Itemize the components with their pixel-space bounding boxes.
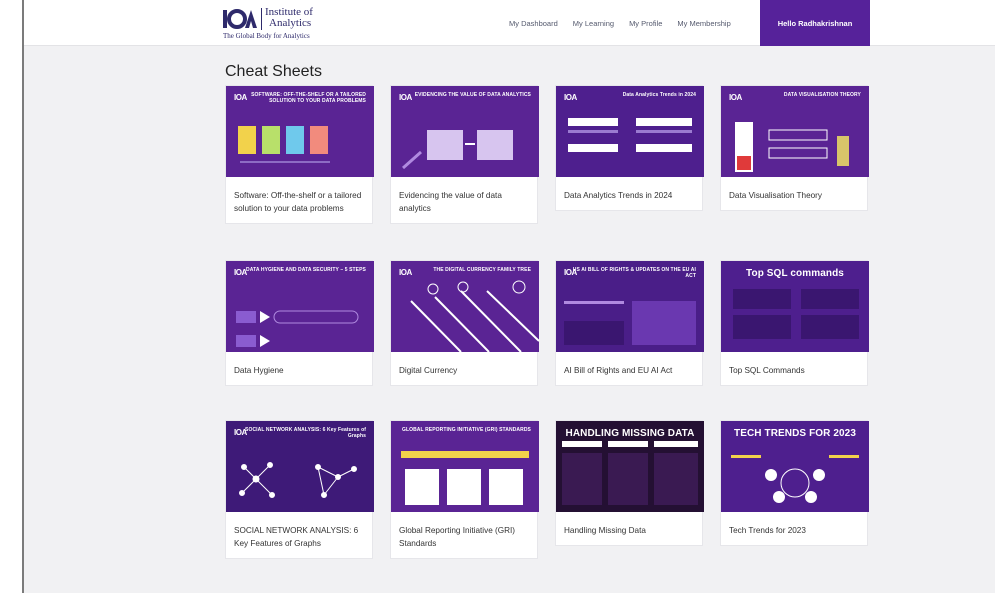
nav-my-profile[interactable]: My Profile — [629, 19, 662, 28]
cheat-sheet-card[interactable]: IOA DATA VISUALISATION THEORY Data Visua… — [720, 85, 869, 211]
cheat-sheet-thumbnail: IOA US AI BILL OF RIGHTS & UPDATES ON TH… — [556, 261, 704, 352]
cheat-sheet-title[interactable]: Data Analytics Trends in 2024 — [556, 177, 702, 210]
page-title: Cheat Sheets — [225, 63, 322, 80]
logo-name: Institute of Analytics — [265, 7, 313, 29]
nav-my-learning[interactable]: My Learning — [573, 19, 614, 28]
cheat-sheet-thumbnail: IOA DATA VISUALISATION THEORY — [721, 86, 869, 177]
cheat-sheet-thumbnail: Top SQL commands — [721, 261, 869, 352]
cheat-sheet-title[interactable]: Tech Trends for 2023 — [721, 512, 867, 545]
top-navigation-bar: Institute of Analytics The Global Body f… — [24, 0, 995, 46]
thumbnail-title: Top SQL commands — [746, 268, 844, 279]
cheat-sheet-card[interactable]: IOA SOFTWARE: OFF-THE-SHELF OR A TAILORE… — [225, 85, 374, 224]
cheat-sheet-title[interactable]: Handling Missing Data — [556, 512, 702, 545]
cheat-sheet-card[interactable]: IOA SOCIAL NETWORK ANALYSIS: 6 Key Featu… — [225, 420, 374, 559]
ioa-logo[interactable]: Institute of Analytics The Global Body f… — [223, 6, 333, 42]
thumbnail-title: EVIDENCING THE VALUE OF DATA ANALYTICS — [414, 92, 531, 98]
cheat-sheet-thumbnail: HANDLING MISSING DATA — [556, 421, 704, 512]
main-nav: My Dashboard My Learning My Profile My M… — [509, 0, 746, 46]
user-menu-button[interactable]: Hello Radhakrishnan — [760, 0, 870, 46]
thumbnail-title: TECH TRENDS FOR 2023 — [733, 428, 857, 439]
thumbnail-graphic — [556, 86, 704, 177]
thumbnail-title: GLOBAL REPORTING INITIATIVE (GRI) STANDA… — [401, 427, 531, 433]
cheat-sheet-card[interactable]: IOA DATA HYGIENE AND DATA SECURITY – 5 S… — [225, 260, 374, 386]
cheat-sheet-thumbnail: IOA SOFTWARE: OFF-THE-SHELF OR A TAILORE… — [226, 86, 374, 177]
thumbnail-title: US AI BILL OF RIGHTS & UPDATES ON THE EU… — [572, 267, 696, 279]
cheat-sheet-thumbnail: IOA Data Analytics Trends in 2024 — [556, 86, 704, 177]
logo-divider — [261, 8, 262, 30]
cheat-sheet-card[interactable]: Top SQL commands Top SQL Commands — [720, 260, 869, 386]
cheat-sheet-title[interactable]: Digital Currency — [391, 352, 537, 385]
cheat-sheet-thumbnail: GLOBAL REPORTING INITIATIVE (GRI) STANDA… — [391, 421, 539, 512]
logo-line-2: Analytics — [269, 17, 312, 29]
cheat-sheet-title[interactable]: Data Visualisation Theory — [721, 177, 867, 210]
thumbnail-title: DATA VISUALISATION THEORY — [783, 92, 861, 98]
cheat-sheet-title[interactable]: Top SQL Commands — [721, 352, 867, 385]
cheat-sheet-card[interactable]: TECH TRENDS FOR 2023 Tech Trends for 202… — [720, 420, 869, 546]
thumbnail-title: SOFTWARE: OFF-THE-SHELF OR A TAILORED SO… — [251, 92, 366, 104]
cheat-sheet-card[interactable]: IOA Data Analytics Trends in 2024 Data A… — [555, 85, 704, 211]
ioa-logo-mark-icon — [223, 9, 257, 29]
cheat-sheet-card[interactable]: IOA US AI BILL OF RIGHTS & UPDATES ON TH… — [555, 260, 704, 386]
cheat-sheet-title[interactable]: Software: Off-the-shelf or a tailored so… — [226, 177, 372, 223]
thumbnail-graphic — [721, 86, 869, 177]
cheat-sheet-title[interactable]: Evidencing the value of data analytics — [391, 177, 537, 223]
nav-my-dashboard[interactable]: My Dashboard — [509, 19, 558, 28]
thumbnail-graphic — [391, 421, 539, 512]
thumbnail-graphic — [391, 261, 539, 352]
cheat-sheet-title[interactable]: SOCIAL NETWORK ANALYSIS: 6 Key Features … — [226, 512, 372, 558]
cheat-sheet-card[interactable]: IOA THE DIGITAL CURRENCY FAMILY TREE Dig… — [390, 260, 539, 386]
cheat-sheet-title[interactable]: Data Hygiene — [226, 352, 372, 385]
cheat-sheet-thumbnail: TECH TRENDS FOR 2023 — [721, 421, 869, 512]
logo-tagline: The Global Body for Analytics — [223, 32, 310, 40]
cheat-sheet-thumbnail: IOA DATA HYGIENE AND DATA SECURITY – 5 S… — [226, 261, 374, 352]
thumbnail-title: SOCIAL NETWORK ANALYSIS: 6 Key Features … — [245, 427, 366, 439]
cheat-sheet-title[interactable]: Global Reporting Initiative (GRI) Standa… — [391, 512, 537, 558]
cheat-sheet-card[interactable]: IOA EVIDENCING THE VALUE OF DATA ANALYTI… — [390, 85, 539, 224]
cheat-sheet-card[interactable]: HANDLING MISSING DATA Handling Missing D… — [555, 420, 704, 546]
cheat-sheet-thumbnail: IOA SOCIAL NETWORK ANALYSIS: 6 Key Featu… — [226, 421, 374, 512]
thumbnail-graphic — [391, 86, 539, 177]
thumbnail-graphic — [226, 261, 374, 352]
cheat-sheet-title[interactable]: AI Bill of Rights and EU AI Act — [556, 352, 702, 385]
app-frame: Institute of Analytics The Global Body f… — [22, 0, 995, 593]
cheat-sheet-thumbnail: IOA EVIDENCING THE VALUE OF DATA ANALYTI… — [391, 86, 539, 177]
thumbnail-title: HANDLING MISSING DATA — [565, 428, 695, 439]
thumbnail-title: Data Analytics Trends in 2024 — [622, 92, 696, 98]
cheat-sheet-card[interactable]: GLOBAL REPORTING INITIATIVE (GRI) STANDA… — [390, 420, 539, 559]
cheat-sheet-thumbnail: IOA THE DIGITAL CURRENCY FAMILY TREE — [391, 261, 539, 352]
thumbnail-title: THE DIGITAL CURRENCY FAMILY TREE — [433, 267, 531, 273]
nav-my-membership[interactable]: My Membership — [677, 19, 730, 28]
thumbnail-title: DATA HYGIENE AND DATA SECURITY – 5 STEPS — [246, 267, 366, 273]
